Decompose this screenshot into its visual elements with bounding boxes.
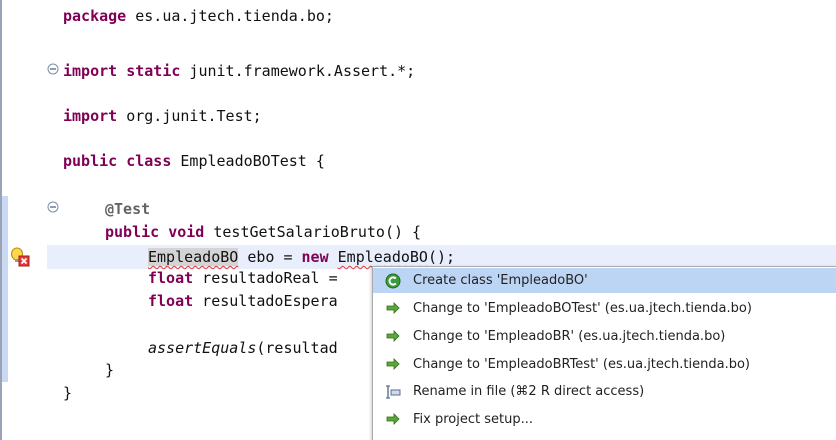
annotation: @Test [105,200,151,218]
quickfix-error-icon[interactable] [10,247,30,267]
code-text: } [105,361,115,379]
code-text: testGetSalarioBruto() { [204,223,422,241]
code-line-class-close: } [63,381,72,405]
rename-icon [386,385,401,399]
quickfix-popup[interactable]: Create class 'EmpleadoBO' Change to 'Emp… [372,266,836,440]
quickfix-label: Rename in file (⌘2 R direct access) [413,384,645,399]
editor-gutter [2,0,47,440]
keyword: package [63,7,127,25]
quickfix-item-fix-project-setup[interactable]: Fix project setup... [373,407,836,432]
quickfix-item-change-to[interactable]: Change to 'EmpleadoBR' (es.ua.jtech.tien… [373,324,836,349]
change-arrow-icon [386,413,400,425]
static-method-call: assertEquals [148,339,257,357]
keyword: import [63,107,118,125]
code-text: EmpleadoBOTest { [171,152,325,170]
quickfix-label: Create class 'EmpleadoBO' [413,273,588,288]
code-line-method-close: } [105,358,114,382]
code-text: es.ua.jtech.tienda.bo; [126,7,334,25]
quickfix-item-change-to[interactable]: Change to 'EmpleadoBRTest' (es.ua.jtech.… [373,352,836,377]
fold-collapse-icon[interactable] [47,63,59,75]
code-line-package: package es.ua.jtech.tienda.bo; [63,4,334,28]
quickfix-label: Change to 'EmpleadoBRTest' (es.ua.jtech.… [413,357,750,372]
code-text: resultadoEspera [193,292,338,310]
unresolved-constructor[interactable]: EmpleadoBO [338,248,428,266]
code-line-class-declaration: public class EmpleadoBOTest { [63,149,325,173]
code-text: } [63,384,73,402]
quick-diff-bar [2,196,8,382]
keyword: import static [63,62,181,80]
quickfix-item-change-to[interactable]: Change to 'EmpleadoBOTest' (es.ua.jtech.… [373,296,836,321]
code-text: (resultad [256,339,338,357]
keyword: float [148,292,194,310]
code-line-static-import: import static junit.framework.Assert.*; [63,59,415,83]
code-line-assert: assertEquals(resultad [148,336,338,360]
code-line-method-declaration: public void testGetSalarioBruto() { [105,220,421,244]
code-text: org.junit.Test; [117,107,262,125]
code-text: junit.framework.Assert.*; [180,62,416,80]
create-class-icon [385,273,401,289]
code-text: resultadoReal = [193,269,338,287]
quickfix-label: Fix project setup... [413,412,533,427]
fold-collapse-icon[interactable] [47,201,59,213]
unresolved-type[interactable]: EmpleadoBO [148,248,239,266]
change-arrow-icon [386,358,400,370]
code-line-float-real: float resultadoReal = [148,266,338,290]
quickfix-label: Change to 'EmpleadoBR' (es.ua.jtech.tien… [413,329,726,344]
quickfix-label: Change to 'EmpleadoBOTest' (es.ua.jtech.… [413,301,752,316]
code-editor[interactable]: package es.ua.jtech.tienda.bo; import st… [0,0,836,440]
code-text: ebo = [238,248,302,266]
code-line-annotation: @Test [105,197,150,221]
keyword: public class [63,152,172,170]
keyword: float [148,269,194,287]
code-text: (); [427,248,456,266]
change-arrow-icon [386,330,400,342]
keyword: public void [105,223,205,241]
quickfix-item-create-class[interactable]: Create class 'EmpleadoBO' [373,268,836,293]
change-arrow-icon [386,302,400,314]
quickfix-item-rename-in-file[interactable]: Rename in file (⌘2 R direct access) [373,379,836,404]
code-line-float-esperado: float resultadoEspera [148,289,338,313]
keyword: new [301,248,329,266]
code-line-import: import org.junit.Test; [63,104,262,128]
